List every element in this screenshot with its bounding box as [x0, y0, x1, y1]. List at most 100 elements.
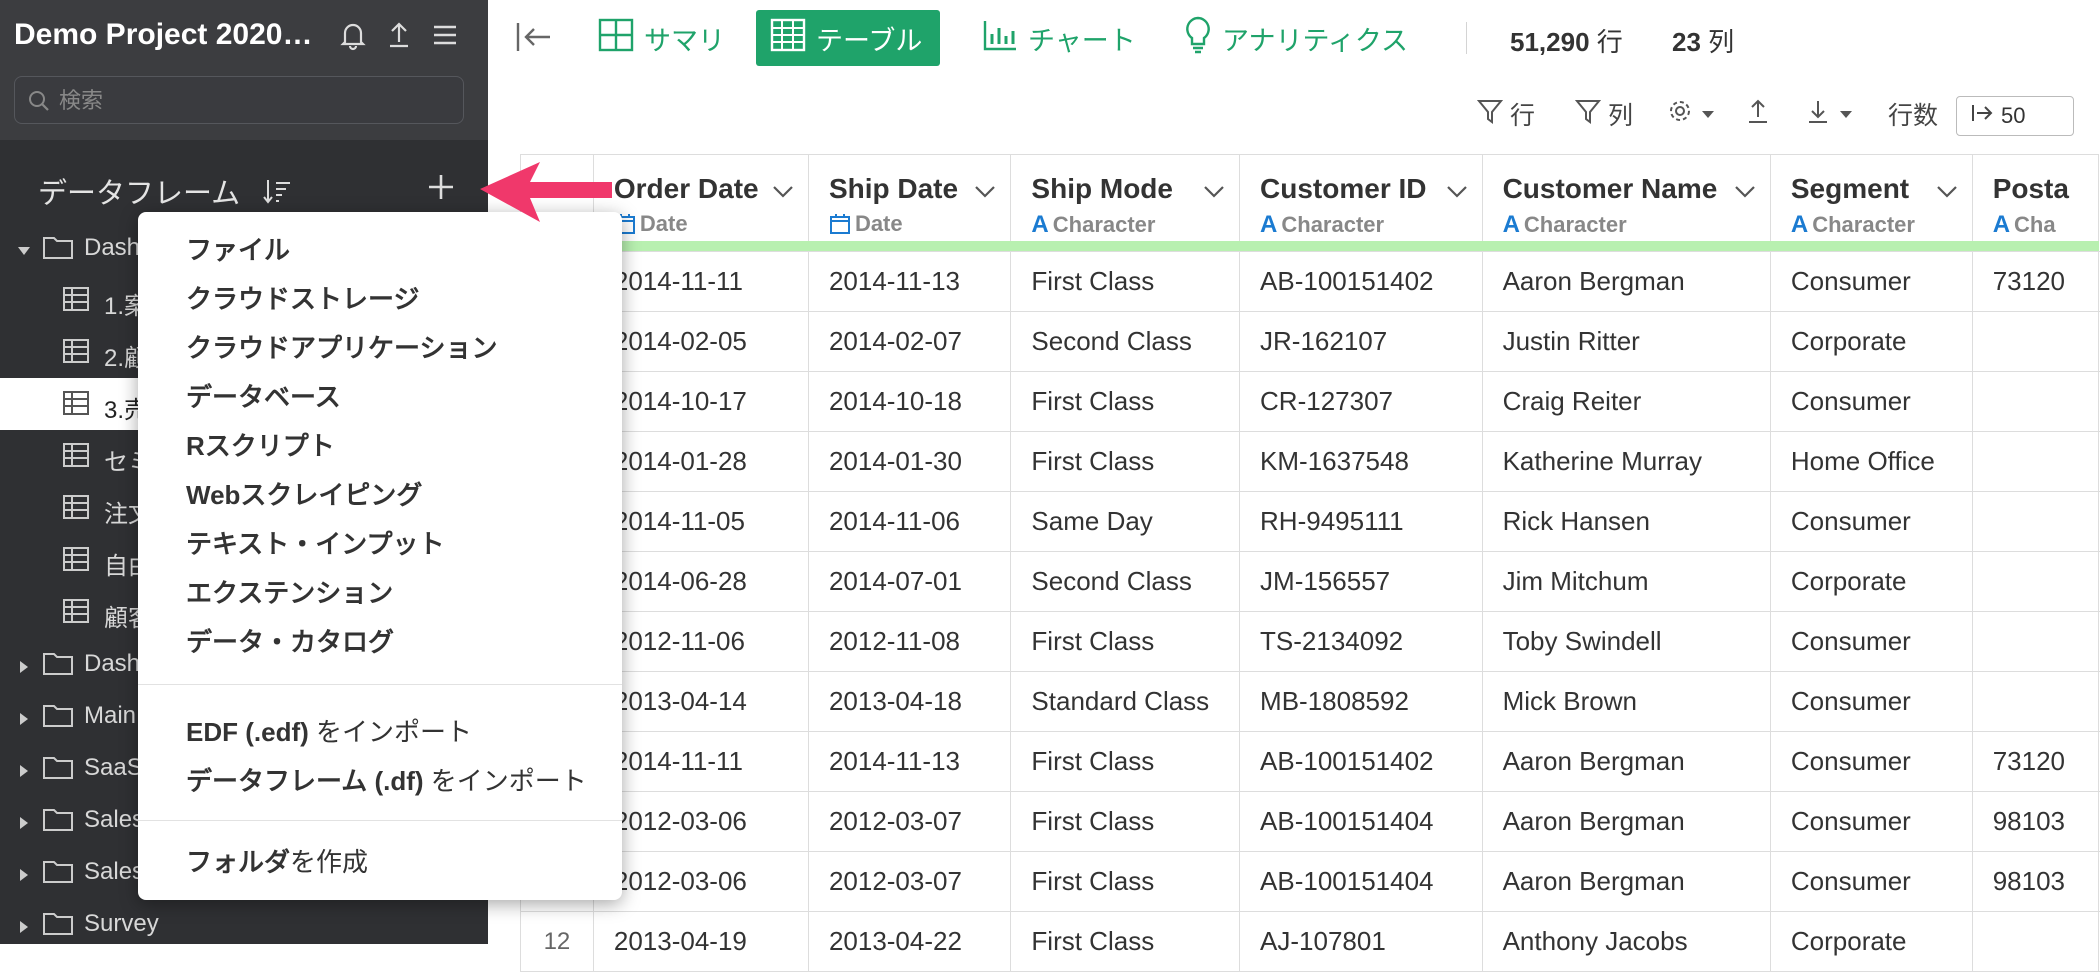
- menu-item-import-df[interactable]: データフレーム (.df) をインポート: [186, 761, 587, 798]
- table-cell[interactable]: AB-100151404: [1240, 792, 1483, 852]
- table-cell[interactable]: Aaron Bergman: [1482, 732, 1770, 792]
- table-cell[interactable]: 73120: [1972, 252, 2098, 312]
- table-cell[interactable]: Justin Ritter: [1482, 312, 1770, 372]
- table-cell[interactable]: Mick Brown: [1482, 672, 1770, 732]
- table-cell[interactable]: 98103: [1972, 852, 2098, 912]
- table-cell[interactable]: First Class: [1011, 732, 1240, 792]
- table-cell[interactable]: Same Day: [1011, 492, 1240, 552]
- filter-rows-button[interactable]: 行: [1476, 96, 1535, 132]
- table-cell[interactable]: [1972, 492, 2098, 552]
- table-cell[interactable]: Consumer: [1770, 852, 1972, 912]
- table-cell[interactable]: AJ-107801: [1240, 912, 1483, 972]
- table-cell[interactable]: Consumer: [1770, 792, 1972, 852]
- table-cell[interactable]: KM-1637548: [1240, 432, 1483, 492]
- table-row[interactable]: 2014-02-052014-02-07Second ClassJR-16210…: [521, 312, 2100, 372]
- table-row[interactable]: 2013-04-142013-04-18Standard ClassMB-180…: [521, 672, 2100, 732]
- table-cell[interactable]: 2014-01-30: [808, 432, 1010, 492]
- table-cell[interactable]: Corporate: [1770, 552, 1972, 612]
- sort-icon[interactable]: [262, 176, 292, 211]
- table-cell[interactable]: Jim Mitchum: [1482, 552, 1770, 612]
- column-header[interactable]: Posta ACha: [1972, 155, 2098, 242]
- table-cell[interactable]: 2013-04-22: [808, 912, 1010, 972]
- table-cell[interactable]: Home Office: [1770, 432, 1972, 492]
- bell-icon[interactable]: [336, 18, 372, 54]
- tab-table[interactable]: テーブル: [756, 10, 940, 66]
- table-cell[interactable]: JM-156557: [1240, 552, 1483, 612]
- table-row[interactable]: 2014-11-052014-11-06Same DayRH-9495111Ri…: [521, 492, 2100, 552]
- table-cell[interactable]: First Class: [1011, 252, 1240, 312]
- upload-icon[interactable]: [382, 18, 418, 54]
- rows-per-page-input[interactable]: 50: [1956, 96, 2074, 136]
- table-cell[interactable]: 2012-03-06: [593, 792, 808, 852]
- table-cell[interactable]: [1972, 552, 2098, 612]
- add-dataframe-button[interactable]: [426, 172, 456, 207]
- menu-item-create-folder[interactable]: フォルダを作成: [186, 842, 368, 879]
- tab-analytics[interactable]: アナリティクス: [1170, 10, 1422, 66]
- menu-item-data-catalog[interactable]: データ・カタログ: [186, 622, 394, 659]
- table-cell[interactable]: 2014-02-05: [593, 312, 808, 372]
- collapse-sidebar-icon[interactable]: [514, 20, 554, 59]
- tree-folder[interactable]: Survey: [0, 898, 488, 944]
- export-button[interactable]: [1744, 96, 1772, 132]
- table-cell[interactable]: Consumer: [1770, 492, 1972, 552]
- table-cell[interactable]: 2014-07-01: [808, 552, 1010, 612]
- table-cell[interactable]: First Class: [1011, 372, 1240, 432]
- menu-icon[interactable]: [428, 18, 464, 54]
- search-input[interactable]: [57, 77, 451, 125]
- menu-item-cloud-storage[interactable]: クラウドストレージ: [186, 279, 419, 316]
- table-cell[interactable]: Katherine Murray: [1482, 432, 1770, 492]
- table-cell[interactable]: RH-9495111: [1240, 492, 1483, 552]
- table-cell[interactable]: 2012-03-07: [808, 792, 1010, 852]
- table-cell[interactable]: 2014-11-06: [808, 492, 1010, 552]
- table-cell[interactable]: AB-100151404: [1240, 852, 1483, 912]
- table-cell[interactable]: [1972, 432, 2098, 492]
- column-header[interactable]: Order Date Date: [593, 155, 808, 242]
- project-title[interactable]: Demo Project 2020…: [14, 18, 324, 52]
- chevron-down-icon[interactable]: [974, 185, 996, 204]
- chevron-down-icon[interactable]: [1936, 185, 1958, 204]
- table-cell[interactable]: 2014-10-18: [808, 372, 1010, 432]
- table-cell[interactable]: Standard Class: [1011, 672, 1240, 732]
- table-cell[interactable]: MB-1808592: [1240, 672, 1483, 732]
- column-header[interactable]: Customer Name ACharacter: [1482, 155, 1770, 242]
- table-row[interactable]: 2014-11-112014-11-13First ClassAB-100151…: [521, 732, 2100, 792]
- table-cell[interactable]: 2014-06-28: [593, 552, 808, 612]
- menu-item-r-script[interactable]: Rスクリプト: [186, 426, 335, 463]
- download-dropdown-button[interactable]: [1804, 96, 1854, 132]
- table-cell[interactable]: 2013-04-18: [808, 672, 1010, 732]
- chevron-down-icon[interactable]: [1446, 185, 1468, 204]
- table-cell[interactable]: 2013-04-19: [593, 912, 808, 972]
- table-cell[interactable]: Consumer: [1770, 672, 1972, 732]
- table-cell[interactable]: 2014-11-13: [808, 252, 1010, 312]
- menu-item-text-input[interactable]: テキスト・インプット: [186, 524, 444, 561]
- table-cell[interactable]: Craig Reiter: [1482, 372, 1770, 432]
- table-cell[interactable]: Rick Hansen: [1482, 492, 1770, 552]
- table-cell[interactable]: [1972, 912, 2098, 972]
- column-header[interactable]: Ship Date Date: [808, 155, 1010, 242]
- table-row[interactable]: 2012-11-062012-11-08First ClassTS-213409…: [521, 612, 2100, 672]
- table-row[interactable]: 2014-11-112014-11-13First ClassAB-100151…: [521, 252, 2100, 312]
- table-cell[interactable]: Toby Swindell: [1482, 612, 1770, 672]
- caret-right-icon[interactable]: [16, 706, 32, 734]
- table-cell[interactable]: Corporate: [1770, 912, 1972, 972]
- table-cell[interactable]: Consumer: [1770, 732, 1972, 792]
- table-cell[interactable]: AB-100151402: [1240, 252, 1483, 312]
- settings-dropdown-button[interactable]: [1666, 96, 1716, 132]
- table-cell[interactable]: 2014-11-13: [808, 732, 1010, 792]
- table-cell[interactable]: 2014-10-17: [593, 372, 808, 432]
- table-cell[interactable]: 2012-11-08: [808, 612, 1010, 672]
- table-cell[interactable]: [1972, 672, 2098, 732]
- caret-right-icon[interactable]: [16, 758, 32, 786]
- menu-item-extension[interactable]: エクステンション: [186, 573, 393, 610]
- filter-columns-button[interactable]: 列: [1574, 96, 1633, 132]
- table-cell[interactable]: 2013-04-14: [593, 672, 808, 732]
- table-cell[interactable]: Anthony Jacobs: [1482, 912, 1770, 972]
- caret-right-icon[interactable]: [16, 862, 32, 890]
- table-cell[interactable]: 98103: [1972, 792, 2098, 852]
- table-cell[interactable]: [1972, 612, 2098, 672]
- chevron-down-icon[interactable]: [1734, 185, 1756, 204]
- table-cell[interactable]: TS-2134092: [1240, 612, 1483, 672]
- table-row[interactable]: 2012-03-062012-03-07First ClassAB-100151…: [521, 792, 2100, 852]
- caret-right-icon[interactable]: [16, 810, 32, 838]
- table-cell[interactable]: 2012-11-06: [593, 612, 808, 672]
